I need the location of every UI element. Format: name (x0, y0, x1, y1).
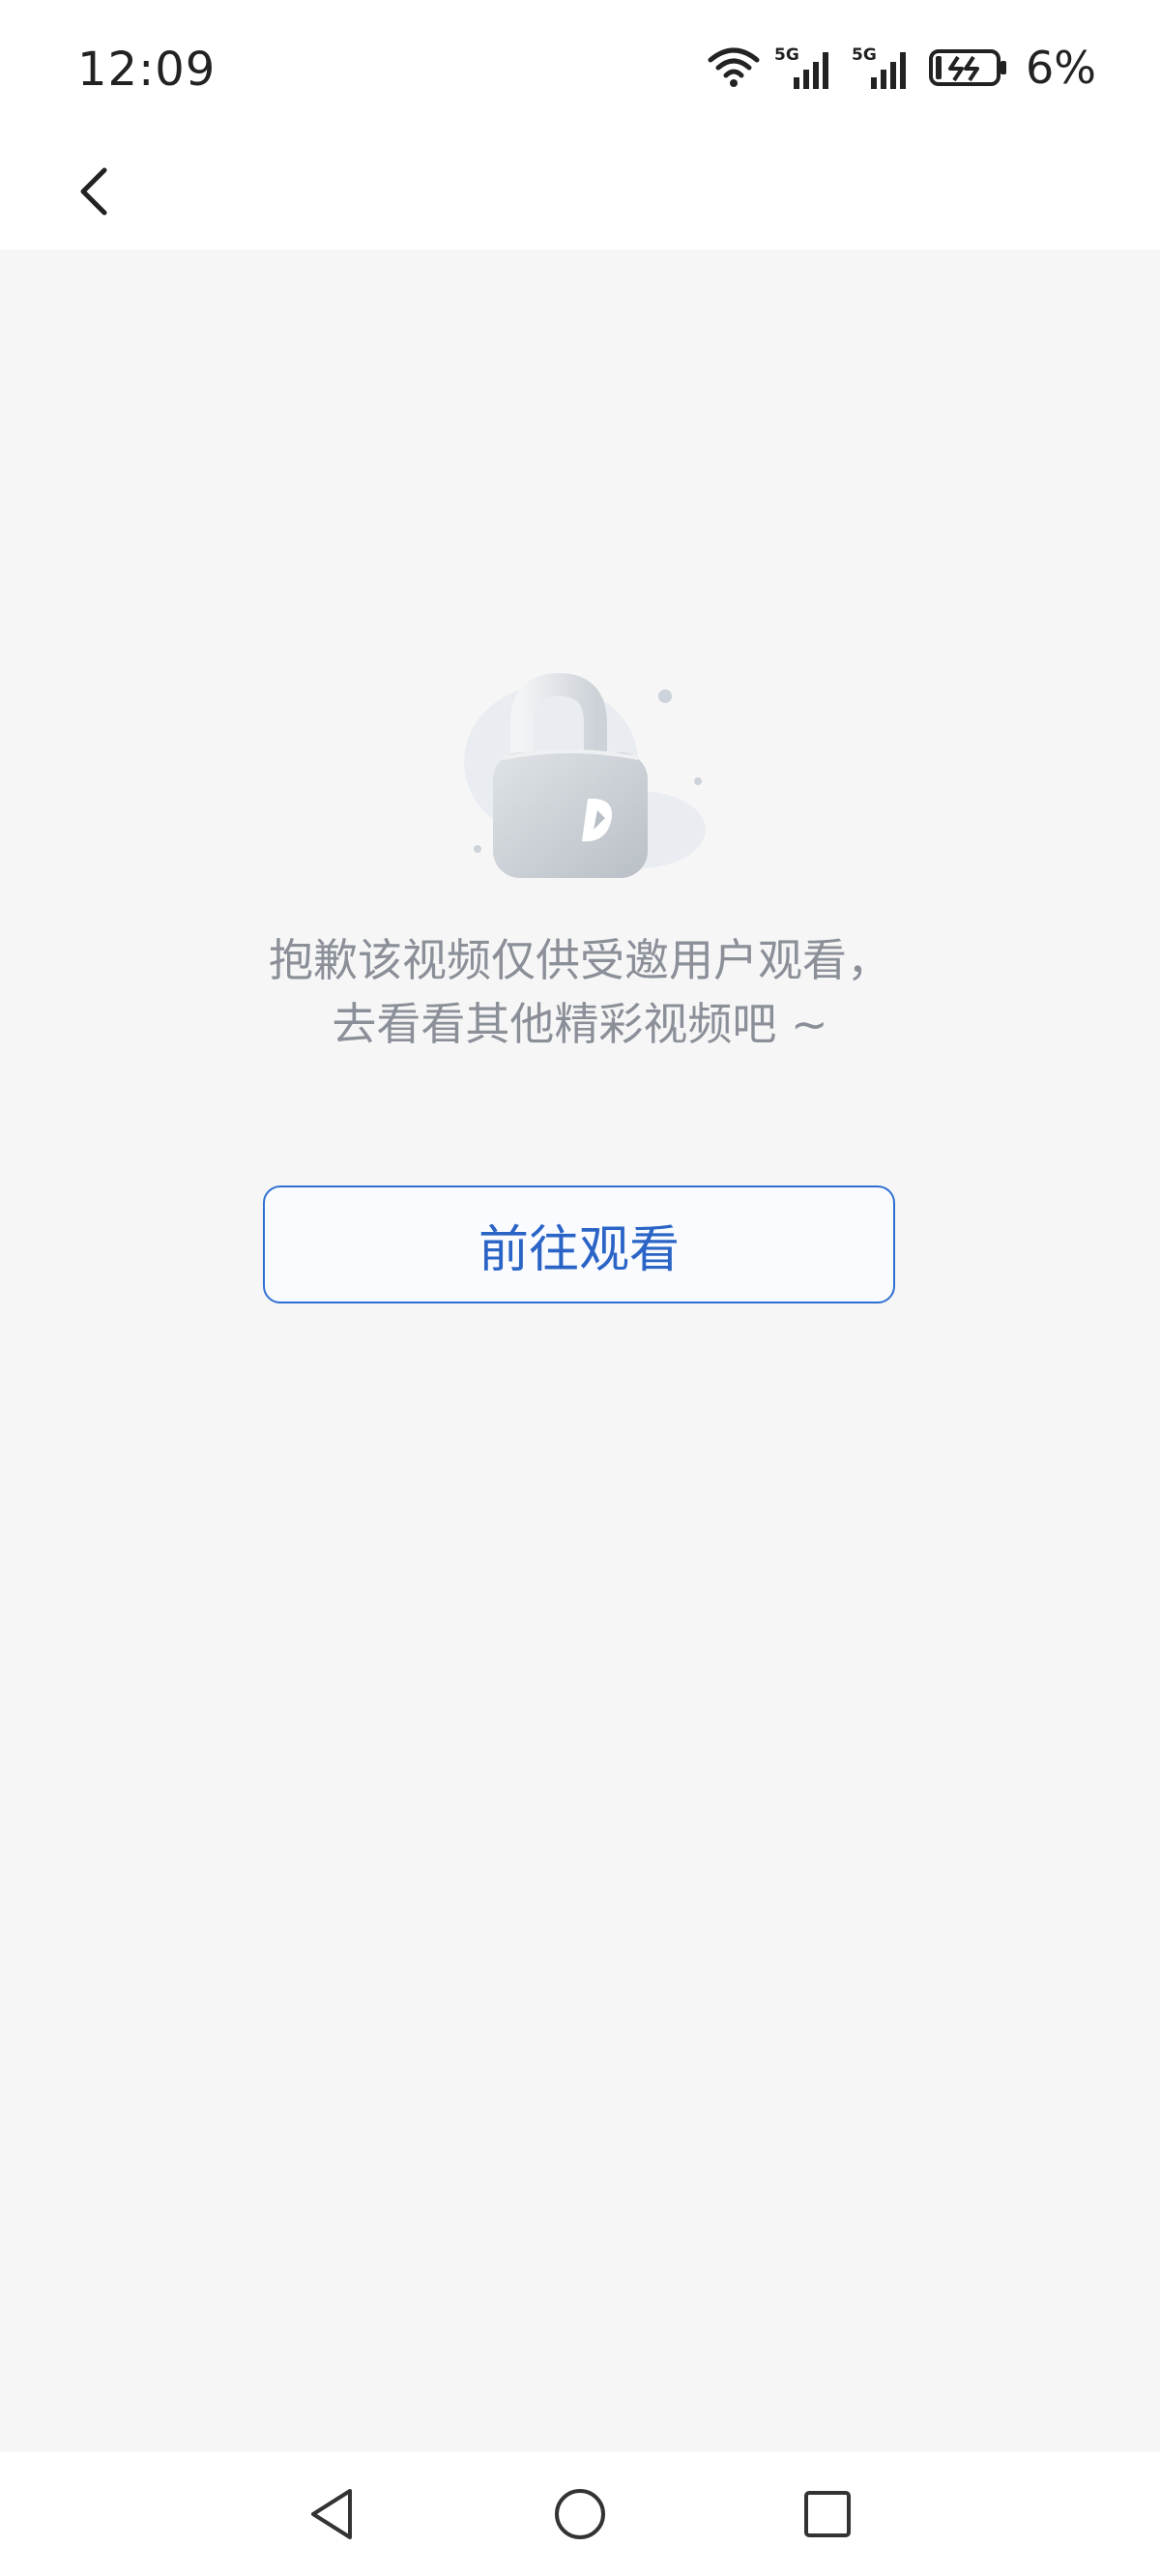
status-icons: 5G 5G 6% (707, 39, 1096, 97)
triangle-back-icon (311, 2489, 352, 2539)
back-button[interactable] (56, 153, 133, 230)
nav-back-button[interactable] (294, 2475, 371, 2553)
nav-home-button[interactable] (541, 2475, 619, 2553)
battery-icon (929, 47, 1008, 88)
message-line-2: 去看看其他精彩视频吧 ~ (332, 998, 828, 1050)
restricted-message: 抱歉该视频仅供受邀用户观看， 去看看其他精彩视频吧 ~ (0, 928, 1160, 1056)
square-recents-icon (804, 2491, 851, 2537)
network-label-1: 5G (774, 45, 799, 65)
wifi-icon (707, 46, 761, 89)
lock-illustration (445, 656, 715, 888)
go-watch-button[interactable]: 前往观看 (263, 1186, 895, 1303)
main-content: 抱歉该视频仅供受邀用户观看， 去看看其他精彩视频吧 ~ 前往观看 (0, 249, 1160, 2452)
status-bar: 12:09 5G 5G 6% (0, 0, 1160, 135)
nav-recents-button[interactable] (789, 2475, 866, 2553)
status-time: 12:09 (77, 43, 217, 97)
chevron-left-icon (80, 167, 107, 216)
message-line-1: 抱歉该视频仅供受邀用户观看， (269, 934, 891, 986)
system-nav-bar (0, 2452, 1160, 2576)
battery-percent: 6% (1026, 42, 1096, 94)
top-nav-bar (0, 135, 1160, 249)
signal-5g-icon-2: 5G (852, 44, 915, 91)
circle-home-icon (555, 2489, 605, 2539)
network-label-2: 5G (852, 45, 877, 65)
signal-5g-icon-1: 5G (774, 44, 838, 91)
lock-icon (464, 672, 706, 878)
